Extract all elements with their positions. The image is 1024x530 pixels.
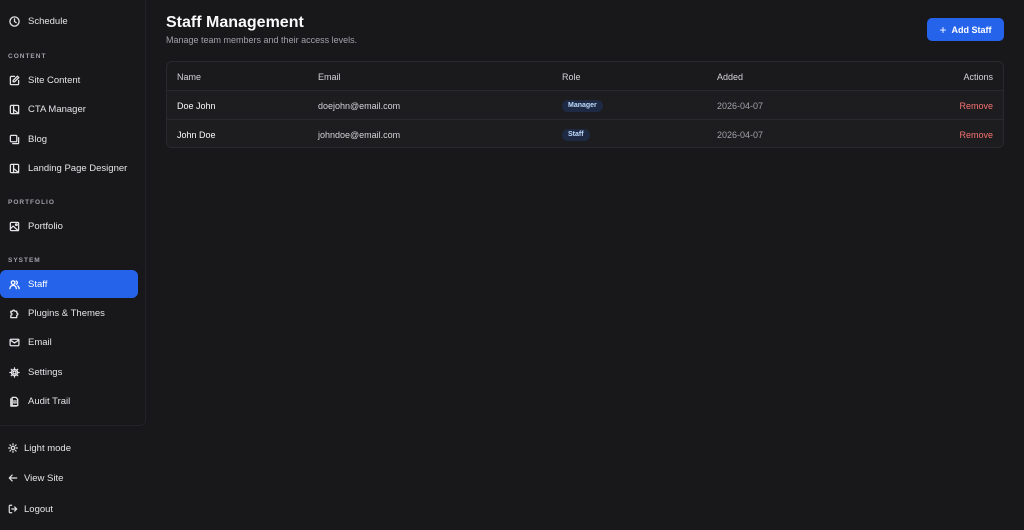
sun-icon: [8, 443, 18, 453]
staff-name: Doe John: [177, 100, 216, 111]
table-header: Name Email Role Added Actions: [167, 62, 1003, 91]
table-row: John Doe johndoe@email.com Staff 2026-04…: [167, 120, 1003, 147]
role-cell: Manager: [562, 91, 603, 120]
sidebar-item-label: Settings: [28, 366, 63, 378]
column-header-added: Added: [717, 71, 744, 82]
mail-icon: [8, 336, 20, 348]
file-icon: [8, 395, 20, 407]
section-label-system: SYSTEM: [8, 257, 41, 264]
sidebar-item-audit-trail[interactable]: Audit Trail: [0, 387, 138, 415]
gear-icon: [8, 366, 20, 378]
add-staff-label: Add Staff: [951, 24, 992, 35]
edit-icon: [8, 74, 20, 86]
sidebar-item-label: Audit Trail: [28, 395, 71, 407]
sidebar-item-label: CTA Manager: [28, 103, 86, 115]
remove-button[interactable]: Remove: [959, 91, 993, 120]
layout-icon: [8, 103, 20, 115]
sidebar-item-staff[interactable]: Staff: [0, 270, 138, 298]
column-header-email: Email: [318, 71, 341, 82]
sidebar-item-blog[interactable]: Blog: [0, 125, 138, 153]
logout-label: Logout: [24, 503, 54, 515]
sidebar-nav: Schedule CONTENT Site Content CTA Manage…: [0, 0, 146, 426]
sidebar-item-label: Site Content: [28, 74, 81, 86]
column-header-name: Name: [177, 71, 202, 82]
sidebar-item-schedule[interactable]: Schedule: [0, 7, 138, 35]
staff-added-date: 2026-04-07: [717, 129, 764, 140]
sidebar-item-label: Email: [28, 336, 52, 348]
sidebar-item-email[interactable]: Email: [0, 328, 138, 356]
image-icon: [8, 220, 20, 232]
sidebar-item-label: Staff: [28, 278, 48, 290]
app-root: Schedule CONTENT Site Content CTA Manage…: [0, 0, 1024, 530]
sidebar: Schedule CONTENT Site Content CTA Manage…: [0, 0, 146, 530]
plus-icon: +: [939, 22, 947, 37]
view-site-label: View Site: [24, 472, 64, 484]
section-label-portfolio: PORTFOLIO: [8, 199, 55, 206]
page-subtitle: Manage team members and their access lev…: [166, 35, 358, 45]
sidebar-item-cta-manager[interactable]: CTA Manager: [0, 95, 138, 123]
staff-email: doejohn@email.com: [318, 100, 401, 111]
sidebar-item-label: Plugins & Themes: [28, 307, 105, 319]
users-icon: [8, 278, 20, 290]
sidebar-item-label: Schedule: [28, 15, 68, 27]
puzzle-icon: [8, 307, 20, 319]
role-badge: Staff: [562, 128, 590, 141]
sidebar-item-settings[interactable]: Settings: [0, 358, 138, 386]
copy-icon: [8, 133, 20, 145]
logout-icon: [8, 504, 18, 514]
column-header-actions: Actions: [963, 71, 993, 82]
section-label-content: CONTENT: [8, 53, 47, 60]
staff-name: John Doe: [177, 129, 216, 140]
role-badge: Manager: [562, 99, 603, 112]
table-row: Doe John doejohn@email.com Manager 2026-…: [167, 91, 1003, 120]
clock-icon: [8, 15, 20, 27]
staff-added-date: 2026-04-07: [717, 100, 764, 111]
sidebar-item-label: Landing Page Designer: [28, 162, 128, 174]
sidebar-item-plugins-themes[interactable]: Plugins & Themes: [0, 299, 138, 327]
add-staff-button[interactable]: + Add Staff: [927, 18, 1004, 41]
sidebar-item-label: Portfolio: [28, 220, 63, 232]
sidebar-item-label: Blog: [28, 133, 48, 145]
view-site-link[interactable]: View Site: [0, 466, 140, 490]
staff-table: Name Email Role Added Actions Doe John d…: [166, 61, 1004, 148]
sidebar-item-site-content[interactable]: Site Content: [0, 66, 138, 94]
arrow-left-icon: [8, 473, 18, 483]
page-title: Staff Management: [166, 14, 304, 31]
logout-button[interactable]: Logout: [0, 497, 140, 521]
staff-email: johndoe@email.com: [318, 129, 401, 140]
column-header-role: Role: [562, 71, 581, 82]
light-mode-toggle[interactable]: Light mode: [0, 436, 140, 460]
role-cell: Staff: [562, 120, 590, 147]
layout-icon: [8, 162, 20, 174]
sidebar-item-landing-page-designer[interactable]: Landing Page Designer: [0, 154, 138, 182]
sidebar-item-portfolio[interactable]: Portfolio: [0, 212, 138, 240]
remove-button[interactable]: Remove: [959, 120, 993, 147]
light-mode-label: Light mode: [24, 442, 72, 454]
